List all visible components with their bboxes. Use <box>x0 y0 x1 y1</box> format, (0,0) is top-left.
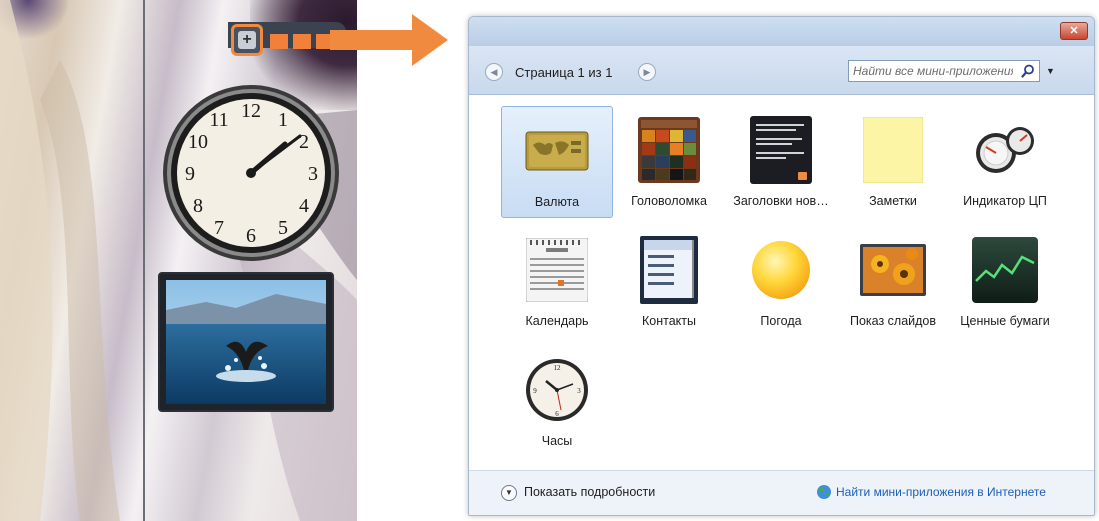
show-details-button[interactable]: ▼ <box>501 485 517 501</box>
gallery-navbar: ◀ Страница 1 из 1 ▶ ▼ <box>469 46 1094 95</box>
stocks-icon <box>971 234 1039 306</box>
gadget-label: Показ слайдов <box>849 314 937 328</box>
prev-page-button[interactable]: ◀ <box>485 63 503 81</box>
svg-text:1: 1 <box>278 109 288 131</box>
arrow-icon <box>330 14 448 66</box>
gadget-tile-news[interactable]: Заголовки нов… <box>725 106 837 218</box>
gadget-grid: Валюта Головоломка Заголовки нов… Заметк… <box>469 96 1094 468</box>
news-headlines-icon <box>747 114 815 186</box>
page-indicator: Страница 1 из 1 <box>515 65 613 80</box>
gadget-gallery-window: ✕ ◀ Страница 1 из 1 ▶ ▼ <box>468 16 1095 516</box>
svg-text:4: 4 <box>299 195 309 217</box>
gadget-label: Погода <box>760 314 802 328</box>
gadget-tile-slideshow[interactable]: Показ слайдов <box>837 226 949 338</box>
next-page-button[interactable]: ▶ <box>638 63 656 81</box>
chevron-right-icon: ▶ <box>643 67 651 77</box>
svg-text:8: 8 <box>193 195 203 217</box>
gadget-label: Валюта <box>534 195 580 209</box>
svg-text:12: 12 <box>241 100 261 122</box>
gadget-label: Головоломка <box>631 194 707 208</box>
gallery-footer: ▼ Показать подробности Найти мини-прилож… <box>469 470 1094 515</box>
show-details-label[interactable]: Показать подробности <box>524 485 655 499</box>
svg-text:6: 6 <box>555 410 559 418</box>
gadget-label: Заметки <box>869 194 917 208</box>
svg-text:3: 3 <box>577 387 581 395</box>
gadget-label: Часы <box>541 434 573 448</box>
slideshow-icon <box>859 234 927 306</box>
contacts-icon <box>635 234 703 306</box>
add-gadget-button[interactable]: + <box>231 24 263 56</box>
svg-text:6: 6 <box>246 225 256 247</box>
clock-icon: 12 3 6 9 <box>523 354 591 426</box>
cpu-meter-icon <box>971 114 1039 186</box>
whale-photo <box>166 280 326 404</box>
calendar-icon <box>523 234 591 306</box>
gadget-tile-calendar[interactable]: Календарь <box>501 226 613 338</box>
gadget-label: Ценные бумаги <box>960 314 1050 328</box>
notes-icon <box>859 114 927 186</box>
weather-icon <box>747 234 815 306</box>
svg-text:11: 11 <box>209 109 228 131</box>
gadget-tile-currency[interactable]: Валюта <box>501 106 613 218</box>
search-input[interactable] <box>853 63 1013 79</box>
sidebar-divider <box>143 0 145 521</box>
globe-icon <box>817 485 831 499</box>
gadget-label: Контакты <box>642 314 696 328</box>
gadget-tile-stocks[interactable]: Ценные бумаги <box>949 226 1061 338</box>
svg-text:9: 9 <box>185 163 195 185</box>
gadget-label: Индикатор ЦП <box>963 194 1047 208</box>
gadget-tile-contacts[interactable]: Контакты <box>613 226 725 338</box>
clock-gadget[interactable]: 12 1 2 3 4 5 6 7 8 9 10 11 <box>160 82 342 264</box>
highlight-dashes <box>270 34 334 49</box>
search-icon[interactable] <box>1021 64 1035 78</box>
gadget-tile-clock[interactable]: 12 3 6 9 Часы <box>501 346 613 458</box>
puzzle-icon <box>635 114 703 186</box>
svg-text:10: 10 <box>188 131 208 153</box>
svg-text:5: 5 <box>278 217 288 239</box>
gadget-tile-notes[interactable]: Заметки <box>837 106 949 218</box>
gadget-label: Календарь <box>525 314 589 328</box>
gadget-tile-weather[interactable]: Погода <box>725 226 837 338</box>
svg-text:3: 3 <box>308 163 318 185</box>
slideshow-gadget[interactable] <box>158 272 334 412</box>
close-icon: ✕ <box>1069 25 1079 37</box>
plus-icon: + <box>238 31 256 49</box>
svg-text:2: 2 <box>299 131 309 153</box>
window-titlebar: ✕ <box>469 17 1094 46</box>
search-box[interactable] <box>848 60 1040 82</box>
get-more-gadgets-link[interactable]: Найти мини-приложения в Интернете <box>836 485 1046 499</box>
chevron-down-icon[interactable]: ▼ <box>1046 66 1055 76</box>
gadget-label: Заголовки нов… <box>733 194 829 208</box>
currency-icon <box>523 115 591 187</box>
svg-text:12: 12 <box>554 364 562 372</box>
chevron-left-icon: ◀ <box>490 67 498 77</box>
svg-text:9: 9 <box>533 387 537 395</box>
desktop-sidebar: + 12 1 2 3 4 5 6 7 8 9 10 11 <box>0 0 357 521</box>
gadget-tile-cpu[interactable]: Индикатор ЦП <box>949 106 1061 218</box>
chevron-down-icon: ▼ <box>505 488 513 497</box>
svg-text:7: 7 <box>214 217 224 239</box>
gadget-tile-puzzle[interactable]: Головоломка <box>613 106 725 218</box>
close-button[interactable]: ✕ <box>1060 22 1088 40</box>
